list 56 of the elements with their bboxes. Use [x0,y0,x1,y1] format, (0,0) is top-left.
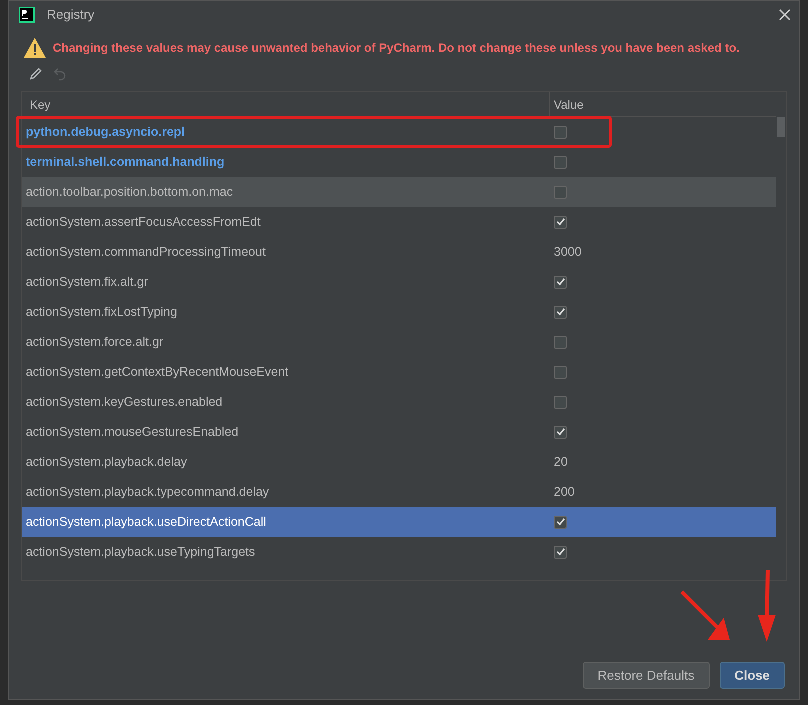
key-cell: actionSystem.playback.useTypingTargets [26,544,256,559]
app-icon [19,7,35,23]
key-cell: actionSystem.assertFocusAccessFromEdt [26,214,261,229]
table-row[interactable]: terminal.shell.command.handling [22,147,776,177]
checkbox[interactable] [554,336,567,348]
key-cell: actionSystem.commandProcessingTimeout [26,244,266,259]
key-cell: terminal.shell.command.handling [26,154,225,169]
table-row[interactable]: python.debug.asyncio.repl [22,117,776,147]
checkbox[interactable] [554,126,567,138]
key-cell: actionSystem.getContextByRecentMouseEvent [26,364,289,379]
key-cell: python.debug.asyncio.repl [26,124,186,139]
checkbox[interactable] [554,426,567,438]
window-title: Registry [47,6,95,24]
table-row[interactable]: actionSystem.force.alt.gr [22,327,776,357]
dialog-button[interactable]: Close [720,662,785,689]
pencil-icon[interactable] [29,67,43,81]
table-row[interactable]: actionSystem.getContextByRecentMouseEvent [22,357,776,387]
value-cell: 200 [554,484,575,499]
arrow-annotation [680,590,730,640]
checkbox[interactable] [554,516,567,528]
table-row[interactable]: actionSystem.assertFocusAccessFromEdt [22,207,776,237]
key-cell: actionSystem.mouseGesturesEnabled [26,424,239,439]
table-row[interactable]: actionSystem.commandProcessingTimeout 3000 [22,237,776,267]
key-cell: action.toolbar.position.bottom.on.mac [26,184,234,199]
table-row[interactable]: actionSystem.playback.useDirectActionCall [22,507,776,537]
table-row[interactable]: actionSystem.playback.typecommand.delay 200 [22,477,776,507]
dialog-button[interactable]: Restore Defaults [582,662,710,689]
table-row[interactable]: actionSystem.playback.delay 20 [22,447,776,477]
checkbox[interactable] [554,156,567,168]
checkbox[interactable] [554,396,567,408]
value-cell: 3000 [554,244,582,259]
table-row[interactable]: actionSystem.fixLostTyping [22,297,776,327]
warning-icon [23,37,47,59]
key-cell: actionSystem.fix.alt.gr [26,274,148,289]
checkbox[interactable] [554,366,567,378]
key-cell: actionSystem.force.alt.gr [26,334,164,349]
checkbox[interactable] [554,276,567,288]
column-header[interactable]: Key [22,92,550,116]
checkbox[interactable] [554,186,567,198]
close-icon[interactable] [779,9,791,21]
checkbox[interactable] [554,306,567,318]
table-row[interactable]: actionSystem.playback.useTypingTargets [22,537,776,567]
value-cell: 20 [554,454,568,469]
table-row[interactable]: action.toolbar.position.bottom.on.mac [22,177,776,207]
table-row[interactable]: actionSystem.keyGestures.enabled [22,387,776,417]
checkbox[interactable] [554,216,567,228]
key-cell: actionSystem.playback.delay [26,454,188,469]
column-header[interactable]: Value [550,92,588,116]
table-row[interactable]: actionSystem.fix.alt.gr [22,267,776,297]
key-cell: actionSystem.playback.useDirectActionCall [26,514,266,529]
warning-message: Changing these values may cause unwanted behavior of PyCharm. Do not change these unless you have been asked to. [53,40,740,57]
key-cell: actionSystem.playback.typecommand.delay [26,484,270,499]
key-cell: actionSystem.fixLostTyping [26,304,178,319]
table-row[interactable]: actionSystem.mouseGesturesEnabled [22,417,776,447]
checkbox[interactable] [554,546,567,558]
key-cell: actionSystem.keyGestures.enabled [26,394,223,409]
